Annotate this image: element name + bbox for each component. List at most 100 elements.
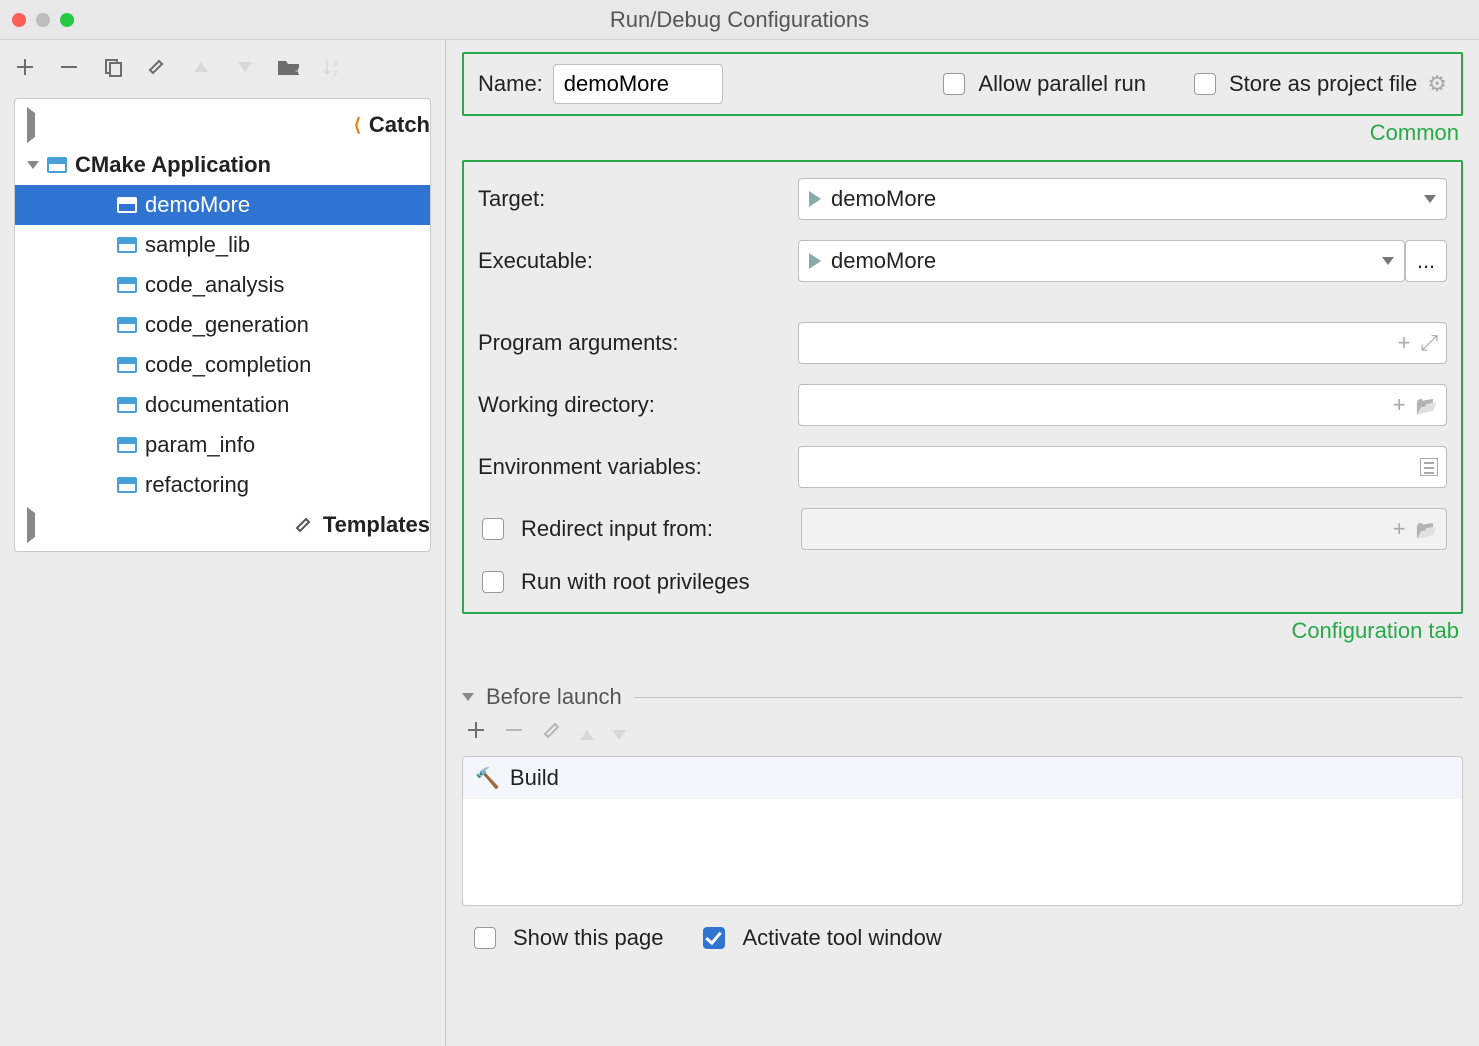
chevron-down-icon <box>1424 195 1436 203</box>
gear-icon[interactable]: ⚙ <box>1427 71 1447 97</box>
executable-label: Executable: <box>478 248 798 274</box>
chevron-down-icon <box>1382 257 1394 265</box>
working-directory-input[interactable]: + <box>798 384 1447 426</box>
remove-task-icon <box>504 720 524 746</box>
allow-parallel-run-checkbox[interactable] <box>943 73 965 95</box>
window-zoom-icon[interactable] <box>60 13 74 27</box>
expand-icon[interactable] <box>27 107 346 143</box>
tree-item-documentation[interactable]: documentation <box>15 385 430 425</box>
store-as-project-file-checkbox[interactable] <box>1194 73 1216 95</box>
application-icon <box>117 437 137 453</box>
folder-browse-icon <box>1416 516 1438 542</box>
tree-node-catch[interactable]: ⟨ Catch <box>15 105 430 145</box>
move-down-icon <box>232 54 258 80</box>
run-with-root-checkbox[interactable] <box>482 571 504 593</box>
left-panel: + az ⟨ Catch CMake Application demoMore … <box>0 40 446 1046</box>
before-launch-list[interactable]: 🔨 Build <box>462 756 1463 906</box>
folder-add-icon[interactable]: + <box>276 54 302 80</box>
move-up-icon <box>188 54 214 80</box>
tree-node-cmake-application[interactable]: CMake Application <box>15 145 430 185</box>
before-launch-item-label: Build <box>510 765 559 791</box>
run-target-icon <box>809 253 821 269</box>
before-launch-section: Before launch 🔨 Build Show this page <box>462 684 1463 952</box>
tree-label: Templates <box>323 512 430 538</box>
application-icon <box>117 277 137 293</box>
tree-item-code-completion[interactable]: code_completion <box>15 345 430 385</box>
show-this-page-label: Show this page <box>513 925 663 951</box>
target-value: demoMore <box>831 186 936 212</box>
name-input[interactable] <box>553 64 723 104</box>
tree-label: param_info <box>145 432 255 458</box>
tree-item-demomore[interactable]: demoMore <box>15 185 430 225</box>
tree-item-code-generation[interactable]: code_generation <box>15 305 430 345</box>
remove-configuration-icon[interactable] <box>56 54 82 80</box>
edit-env-vars-icon[interactable] <box>1420 458 1438 476</box>
svg-text:a: a <box>333 58 338 68</box>
insert-macro-icon[interactable]: + <box>1398 330 1411 356</box>
edit-templates-icon[interactable] <box>144 54 170 80</box>
redirect-input-field: + <box>801 508 1447 550</box>
before-launch-label: Before launch <box>486 684 622 710</box>
wrench-icon <box>293 512 315 538</box>
sort-alphabetically-icon: az <box>320 54 346 80</box>
program-arguments-label: Program arguments: <box>478 330 798 356</box>
allow-parallel-run-label: Allow parallel run <box>978 71 1146 97</box>
executable-value: demoMore <box>831 248 936 274</box>
target-label: Target: <box>478 186 798 212</box>
environment-variables-label: Environment variables: <box>478 454 798 480</box>
before-launch-item-build[interactable]: 🔨 Build <box>463 757 1462 799</box>
traffic-lights <box>12 13 74 27</box>
tree-item-sample-lib[interactable]: sample_lib <box>15 225 430 265</box>
folder-browse-icon[interactable] <box>1416 392 1438 418</box>
collapse-icon[interactable] <box>462 693 474 701</box>
window-titlebar: Run/Debug Configurations <box>0 0 1479 40</box>
window-close-icon[interactable] <box>12 13 26 27</box>
application-icon <box>117 317 137 333</box>
window-minimize-icon <box>36 13 50 27</box>
tree-node-templates[interactable]: Templates <box>15 505 430 545</box>
tree-label: sample_lib <box>145 232 250 258</box>
application-icon <box>117 477 137 493</box>
executable-browse-button[interactable]: ... <box>1405 240 1447 282</box>
activate-tool-window-checkbox[interactable] <box>703 927 725 949</box>
configurations-tree[interactable]: ⟨ Catch CMake Application demoMore sampl… <box>14 98 431 552</box>
environment-variables-input[interactable] <box>798 446 1447 488</box>
redirect-input-label: Redirect input from: <box>521 516 787 542</box>
tree-label: code_analysis <box>145 272 284 298</box>
copy-configuration-icon[interactable] <box>100 54 126 80</box>
divider <box>634 697 1463 698</box>
configurations-toolbar: + az <box>0 40 445 94</box>
collapse-icon[interactable] <box>27 161 39 169</box>
insert-macro-icon: + <box>1393 516 1406 542</box>
program-arguments-input[interactable]: + ⤢ <box>798 322 1447 364</box>
tree-label: Catch <box>369 112 430 138</box>
expand-field-icon[interactable]: ⤢ <box>1420 330 1438 356</box>
add-task-icon[interactable] <box>466 720 486 746</box>
application-icon <box>117 197 137 213</box>
right-panel: Name: Allow parallel run Store as projec… <box>446 40 1479 1046</box>
insert-macro-icon[interactable]: + <box>1393 392 1406 418</box>
add-configuration-icon[interactable] <box>12 54 38 80</box>
expand-icon[interactable] <box>27 507 285 543</box>
tree-label: documentation <box>145 392 289 418</box>
show-this-page-checkbox[interactable] <box>474 927 496 949</box>
hammer-icon: 🔨 <box>475 766 500 791</box>
tree-item-param-info[interactable]: param_info <box>15 425 430 465</box>
catch-icon: ⟨ <box>354 115 361 136</box>
move-task-up-icon <box>580 720 594 746</box>
executable-select[interactable]: demoMore <box>798 240 1405 282</box>
tree-item-refactoring[interactable]: refactoring <box>15 465 430 505</box>
svg-text:z: z <box>333 68 338 77</box>
application-icon <box>117 237 137 253</box>
redirect-input-checkbox[interactable] <box>482 518 504 540</box>
target-select[interactable]: demoMore <box>798 178 1447 220</box>
before-launch-toolbar <box>462 710 1463 756</box>
move-task-down-icon <box>612 720 626 746</box>
configuration-section-label: Configuration tab <box>462 618 1459 644</box>
store-as-project-file-label: Store as project file <box>1229 71 1417 97</box>
edit-task-icon <box>542 720 562 746</box>
name-label: Name: <box>478 71 543 97</box>
tree-item-code-analysis[interactable]: code_analysis <box>15 265 430 305</box>
tree-label: code_generation <box>145 312 309 338</box>
configuration-section: Target: demoMore Executable: demoMore ..… <box>462 160 1463 614</box>
